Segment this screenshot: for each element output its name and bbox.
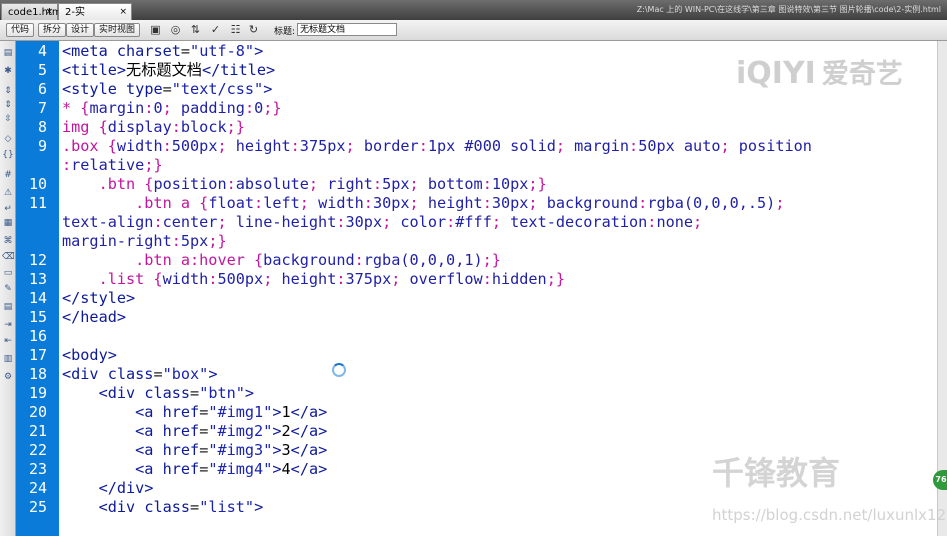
iqiyi-watermark: iQIYI 爱奇艺 xyxy=(736,52,903,91)
outdent-icon[interactable]: ⇤ xyxy=(2,335,14,347)
line-number: 6 xyxy=(37,80,47,98)
line-number: 9 xyxy=(37,137,47,155)
tab-2-instance[interactable]: 2-实例.html* × xyxy=(58,3,132,35)
code-line: <div class="btn"> xyxy=(98,384,255,402)
code-line: <style type="text/css"> xyxy=(62,80,273,98)
collapse-tag-icon[interactable]: ⇕ xyxy=(2,85,14,97)
refresh-icon[interactable]: ↻ xyxy=(246,23,261,37)
code-line: margin-right:5px;} xyxy=(62,232,227,250)
line-number: 16 xyxy=(28,327,47,345)
line-number: 12 xyxy=(28,251,47,269)
word-wrap-icon[interactable]: ↵ xyxy=(2,203,14,215)
line-number: 22 xyxy=(28,441,47,459)
line-number: 25 xyxy=(28,498,47,516)
line-number: 23 xyxy=(28,460,47,478)
code-line: img {display:block;} xyxy=(62,118,245,136)
file-path: Z:\Mac 上的 WIN-PC\在这线学\第三章 图说特效\第三节 图片轮播\… xyxy=(636,5,941,14)
code-line: * {margin:0; padding:0;} xyxy=(62,99,282,117)
line-number: 13 xyxy=(28,270,47,288)
code-line: text-align:center; line-height:30px; col… xyxy=(62,213,703,231)
tab-code1[interactable]: code1.html × xyxy=(1,3,64,21)
remove-comment-icon[interactable]: ⌫ xyxy=(2,251,15,263)
code-line: <a href="#img3">3</a> xyxy=(135,441,328,459)
browser-check-icon[interactable]: ✓ xyxy=(208,23,223,37)
wrap-tag-icon[interactable]: ▭ xyxy=(2,267,14,279)
multiscreen-icon[interactable]: ▣ xyxy=(148,23,163,37)
document-toolbar: 代码 拆分 设计 实时视图 ▣ ◎ ⇅ ✓ ☷ ↻ 标题: 无标题文档 xyxy=(0,20,947,41)
line-number: 11 xyxy=(28,194,47,212)
preview-icon[interactable]: ◎ xyxy=(168,23,183,37)
show-code-navigator-icon[interactable]: ✱ xyxy=(2,65,14,77)
live-view-button[interactable]: 实时视图 xyxy=(94,23,141,37)
code-line: </div> xyxy=(98,479,154,497)
line-number: 15 xyxy=(28,308,47,326)
recent-snippets-icon[interactable]: ✎ xyxy=(2,283,14,295)
qianfeng-watermark: 千锋教育 xyxy=(712,454,841,492)
line-number: 24 xyxy=(28,479,47,497)
iqiyi-text: 爱奇艺 xyxy=(821,59,903,90)
line-number: 17 xyxy=(28,346,47,364)
code-line: <a href="#img2">2</a> xyxy=(135,422,328,440)
code-line: <a href="#img4">4</a> xyxy=(135,460,328,478)
code-line: <meta charset="utf-8"> xyxy=(62,42,264,60)
line-number: 8 xyxy=(37,118,47,136)
visual-aids-icon[interactable]: ☷ xyxy=(228,23,243,37)
line-number: 21 xyxy=(28,422,47,440)
expand-all-icon[interactable]: ⇳ xyxy=(2,113,14,125)
iqiyi-logo: iQIYI xyxy=(736,56,816,91)
line-numbers-icon[interactable]: # xyxy=(2,169,14,181)
settings-icon[interactable]: ⚙ xyxy=(2,371,14,383)
code-view-button[interactable]: 代码 xyxy=(6,23,35,37)
file-management-icon[interactable]: ⇅ xyxy=(188,23,203,37)
indent-icon[interactable]: ⇥ xyxy=(2,319,14,331)
format-source-icon[interactable]: ▥ xyxy=(2,353,14,365)
line-number: 20 xyxy=(28,403,47,421)
code-line: </style> xyxy=(62,289,136,307)
notification-badge[interactable]: 76 xyxy=(933,470,947,490)
blog-url-watermark: https://blog.csdn.net/luxunlx12 xyxy=(712,506,947,524)
tab-label: code1.html xyxy=(8,7,65,18)
line-number: 18 xyxy=(28,365,47,383)
code-line: .btn a {float:left; width:30px; height:3… xyxy=(62,194,785,212)
busy-cursor-icon xyxy=(332,363,346,377)
document-tab-bar: code1.html × 2-实例.html* × Z:\Mac 上的 WIN-… xyxy=(0,0,947,35)
split-view-button[interactable]: 拆分 xyxy=(38,23,67,37)
line-number: 5 xyxy=(37,61,47,79)
line-number: 19 xyxy=(28,384,47,402)
title-label: 标题: xyxy=(274,27,296,37)
line-number: 7 xyxy=(37,99,47,117)
design-view-button[interactable]: 设计 xyxy=(66,23,95,37)
coding-toolbar: ▤ ✱ ⇕ ⇕ ⇳ ◇ {} # ⚠ ↵ ▦ ⌘ ⌫ ▭ ✎ ▤ ⇥ ⇤ ▥ ⚙ xyxy=(0,41,16,536)
open-documents-icon[interactable]: ▤ xyxy=(2,47,14,59)
code-line: .list {width:500px; height:375px; overfl… xyxy=(62,270,566,288)
code-line: <title>无标题文档</title> xyxy=(62,61,276,79)
code-line: <body> xyxy=(62,346,117,364)
close-icon[interactable]: × xyxy=(119,4,127,21)
line-number: 4 xyxy=(37,42,47,60)
move-css-icon[interactable]: ▤ xyxy=(2,301,14,313)
code-line: <div class="list"> xyxy=(98,498,264,516)
select-parent-tag-icon[interactable]: ◇ xyxy=(2,133,14,145)
code-line: <div class="box"> xyxy=(62,365,218,383)
code-line: .btn {position:absolute; right:5px; bott… xyxy=(62,175,547,193)
vertical-scrollbar[interactable] xyxy=(937,41,947,536)
line-number: 14 xyxy=(28,289,47,307)
highlight-invalid-code-icon[interactable]: ⚠ xyxy=(2,187,14,199)
code-line: .btn a:hover {background:rgba(0,0,0,1);} xyxy=(62,251,501,269)
code-line: :relative;} xyxy=(62,156,163,174)
collapse-selection-icon[interactable]: ⇕ xyxy=(2,99,14,111)
code-line: <a href="#img1">1</a> xyxy=(135,403,328,421)
apply-comment-icon[interactable]: ⌘ xyxy=(2,235,14,247)
close-icon[interactable]: × xyxy=(45,4,53,21)
title-input[interactable]: 无标题文档 xyxy=(297,23,397,36)
code-line: </head> xyxy=(62,308,127,326)
balance-braces-icon[interactable]: {} xyxy=(2,149,14,161)
line-number: 10 xyxy=(28,175,47,193)
code-line: .box {width:500px; height:375px; border:… xyxy=(62,137,812,155)
syntax-coloring-icon[interactable]: ▦ xyxy=(2,217,14,229)
